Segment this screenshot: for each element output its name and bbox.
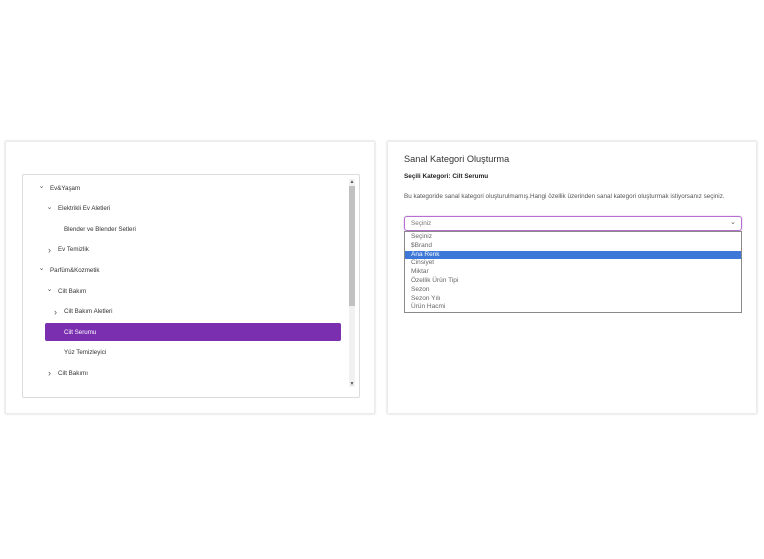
tree-item-label: Cilt Bakım (58, 287, 87, 295)
tree-item[interactable]: ⌄ Cilt Bakım (45, 282, 87, 300)
tree-item[interactable]: › Cilt Bakım Aletleri (51, 303, 112, 321)
selected-category-value: Cilt Serumu (452, 173, 489, 180)
chevron-down-icon[interactable]: ⌄ (37, 182, 46, 190)
tree-item-label: Ev&Yaşam (50, 184, 81, 192)
tree-item-label: Cilt Bakımı (58, 369, 88, 377)
attribute-select[interactable]: Seçiniz ⌄ (404, 216, 742, 231)
dropdown-option[interactable]: $Brand (405, 242, 741, 251)
tree-item[interactable]: ⌄ Elektrikli Ev Aletleri (45, 200, 111, 218)
dropdown-option[interactable]: Miktar (405, 268, 741, 277)
chevron-down-icon[interactable]: ⌄ (37, 264, 46, 272)
tree-item[interactable]: › Cilt Bakımı (45, 364, 88, 382)
tree-item[interactable]: ⌄ Parfüm&Kozmetik (37, 261, 100, 279)
tree-item[interactable]: Yüz Temizleyici (51, 344, 106, 362)
dropdown-option[interactable]: Ana Renk (405, 250, 741, 260)
tree-item-label: Cilt Bakım Aletleri (64, 308, 113, 316)
selected-category-label: Seçili Kategori: (404, 173, 453, 180)
chevron-right-icon[interactable]: › (45, 245, 54, 255)
tree-item-label: Blender ve Blender Setleri (64, 225, 136, 233)
tree-item-label: Elektrikli Ev Aletleri (58, 205, 111, 213)
tree-scrollbar[interactable]: ▲ ▼ (349, 179, 355, 387)
tree-item[interactable]: › Ev Temizlik (45, 241, 89, 259)
chevron-right-icon[interactable]: › (45, 368, 54, 378)
virtual-category-panel: Sanal Kategori Oluşturma Seçili Kategori… (387, 141, 757, 414)
tree-item-label: Ev Temizlik (58, 246, 89, 254)
chevron-right-icon[interactable]: › (51, 307, 60, 317)
scroll-up-icon[interactable]: ▲ (349, 179, 355, 185)
dropdown-option[interactable]: Özellik Ürün Tipi (405, 277, 741, 286)
chevron-down-icon[interactable]: ⌄ (45, 285, 54, 293)
attribute-dropdown-list: Seçiniz $Brand Ana Renk Cinsiyet Miktar Özell… (404, 231, 742, 313)
dropdown-option[interactable]: Cinsiyet (405, 259, 741, 268)
tree-item[interactable]: Blender ve Blender Setleri (51, 220, 136, 238)
dropdown-option[interactable]: Sezon (405, 286, 741, 295)
dropdown-option[interactable]: Seçiniz (405, 233, 741, 242)
tree-item-label: Cilt Serumu (64, 328, 97, 336)
category-tree-panel: ⌄ Ev&Yaşam ⌄ Elektrikli Ev Aletleri Blender … (5, 141, 375, 414)
scroll-down-icon[interactable]: ▼ (349, 381, 355, 387)
category-tree: ⌄ Ev&Yaşam ⌄ Elektrikli Ev Aletleri Blender … (22, 174, 360, 398)
select-value: Seçiniz (411, 220, 432, 227)
selected-category: Seçili Kategori: Cilt Serumu (404, 173, 488, 180)
tree-item-label: Yüz Temizleyici (64, 349, 107, 357)
chevron-down-icon: ⌄ (730, 219, 736, 226)
tree-item-label: Parfüm&Kozmetik (50, 266, 100, 274)
chevron-down-icon[interactable]: ⌄ (45, 203, 54, 211)
dropdown-option[interactable]: Sezon Yılı (405, 295, 741, 304)
tree-item[interactable]: ⌄ Ev&Yaşam (37, 179, 81, 197)
panel-title: Sanal Kategori Oluşturma (404, 154, 510, 164)
description-text: Bu kategoride sanal kategori oluşturulma… (404, 193, 725, 200)
tree-item-selected[interactable]: Cilt Serumu (45, 323, 341, 342)
dropdown-option[interactable]: Ürün Hacmi (405, 303, 741, 312)
scroll-thumb[interactable] (349, 186, 355, 306)
